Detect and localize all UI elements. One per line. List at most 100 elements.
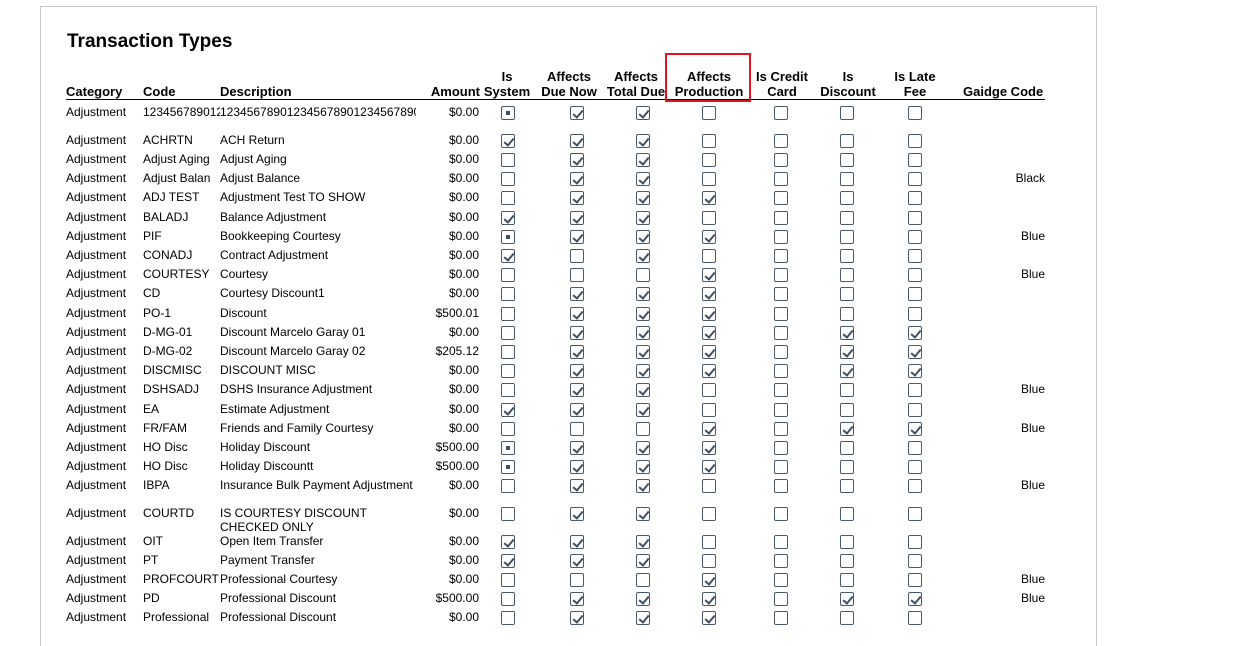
checkbox-is-late-fee[interactable] bbox=[908, 535, 922, 549]
checkbox-affects-total-due[interactable] bbox=[636, 153, 650, 167]
checkbox-affects-due-now[interactable] bbox=[570, 573, 584, 587]
checkbox-affects-production[interactable] bbox=[702, 383, 716, 397]
checkbox-is-system[interactable] bbox=[501, 383, 515, 397]
checkbox-is-discount[interactable] bbox=[840, 230, 854, 244]
checkbox-is-late-fee[interactable] bbox=[908, 573, 922, 587]
checkbox-is-late-fee[interactable] bbox=[908, 307, 922, 321]
checkbox-is-late-fee[interactable] bbox=[908, 441, 922, 455]
checkbox-affects-due-now[interactable] bbox=[570, 460, 584, 474]
checkbox-affects-total-due[interactable] bbox=[636, 172, 650, 186]
checkbox-affects-total-due[interactable] bbox=[636, 460, 650, 474]
checkbox-is-discount[interactable] bbox=[840, 249, 854, 263]
checkbox-affects-production[interactable] bbox=[702, 460, 716, 474]
checkbox-is-discount[interactable] bbox=[840, 307, 854, 321]
checkbox-is-late-fee[interactable] bbox=[908, 460, 922, 474]
checkbox-is-credit-card[interactable] bbox=[774, 364, 788, 378]
checkbox-is-system[interactable] bbox=[501, 592, 515, 606]
checkbox-is-discount[interactable] bbox=[840, 326, 854, 340]
checkbox-is-credit-card[interactable] bbox=[774, 287, 788, 301]
checkbox-is-credit-card[interactable] bbox=[774, 479, 788, 493]
checkbox-affects-total-due[interactable] bbox=[636, 230, 650, 244]
checkbox-affects-due-now[interactable] bbox=[570, 106, 584, 120]
checkbox-is-system[interactable] bbox=[501, 573, 515, 587]
checkbox-is-discount[interactable] bbox=[840, 573, 854, 587]
checkbox-affects-due-now[interactable] bbox=[570, 507, 584, 521]
checkbox-is-late-fee[interactable] bbox=[908, 507, 922, 521]
checkbox-is-system[interactable] bbox=[501, 268, 515, 282]
checkbox-affects-total-due[interactable] bbox=[636, 191, 650, 205]
checkbox-is-credit-card[interactable] bbox=[774, 249, 788, 263]
checkbox-is-system[interactable] bbox=[501, 403, 515, 417]
checkbox-is-system[interactable] bbox=[501, 554, 515, 568]
checkbox-affects-production[interactable] bbox=[702, 191, 716, 205]
checkbox-is-system[interactable] bbox=[501, 441, 515, 455]
checkbox-is-late-fee[interactable] bbox=[908, 211, 922, 225]
checkbox-affects-total-due[interactable] bbox=[636, 507, 650, 521]
checkbox-is-late-fee[interactable] bbox=[908, 479, 922, 493]
checkbox-is-system[interactable] bbox=[501, 230, 515, 244]
checkbox-is-credit-card[interactable] bbox=[774, 230, 788, 244]
checkbox-is-discount[interactable] bbox=[840, 191, 854, 205]
checkbox-affects-due-now[interactable] bbox=[570, 479, 584, 493]
checkbox-is-credit-card[interactable] bbox=[774, 554, 788, 568]
checkbox-affects-production[interactable] bbox=[702, 268, 716, 282]
checkbox-affects-due-now[interactable] bbox=[570, 287, 584, 301]
checkbox-is-credit-card[interactable] bbox=[774, 268, 788, 282]
checkbox-is-credit-card[interactable] bbox=[774, 441, 788, 455]
checkbox-is-late-fee[interactable] bbox=[908, 611, 922, 625]
checkbox-is-late-fee[interactable] bbox=[908, 403, 922, 417]
checkbox-is-discount[interactable] bbox=[840, 422, 854, 436]
checkbox-is-system[interactable] bbox=[501, 153, 515, 167]
checkbox-affects-due-now[interactable] bbox=[570, 307, 584, 321]
checkbox-affects-production[interactable] bbox=[702, 106, 716, 120]
checkbox-is-late-fee[interactable] bbox=[908, 422, 922, 436]
checkbox-is-discount[interactable] bbox=[840, 535, 854, 549]
checkbox-affects-total-due[interactable] bbox=[636, 441, 650, 455]
checkbox-affects-total-due[interactable] bbox=[636, 403, 650, 417]
checkbox-affects-production[interactable] bbox=[702, 611, 716, 625]
checkbox-affects-due-now[interactable] bbox=[570, 211, 584, 225]
checkbox-affects-due-now[interactable] bbox=[570, 134, 584, 148]
checkbox-affects-due-now[interactable] bbox=[570, 611, 584, 625]
checkbox-is-system[interactable] bbox=[501, 106, 515, 120]
checkbox-affects-production[interactable] bbox=[702, 326, 716, 340]
checkbox-is-discount[interactable] bbox=[840, 287, 854, 301]
checkbox-is-system[interactable] bbox=[501, 287, 515, 301]
checkbox-affects-total-due[interactable] bbox=[636, 535, 650, 549]
checkbox-is-discount[interactable] bbox=[840, 211, 854, 225]
checkbox-is-system[interactable] bbox=[501, 422, 515, 436]
checkbox-affects-total-due[interactable] bbox=[636, 106, 650, 120]
checkbox-affects-due-now[interactable] bbox=[570, 172, 584, 186]
checkbox-affects-due-now[interactable] bbox=[570, 345, 584, 359]
checkbox-is-discount[interactable] bbox=[840, 153, 854, 167]
checkbox-is-late-fee[interactable] bbox=[908, 153, 922, 167]
checkbox-affects-due-now[interactable] bbox=[570, 268, 584, 282]
checkbox-is-discount[interactable] bbox=[840, 268, 854, 282]
checkbox-affects-production[interactable] bbox=[702, 249, 716, 263]
checkbox-affects-production[interactable] bbox=[702, 153, 716, 167]
checkbox-is-credit-card[interactable] bbox=[774, 345, 788, 359]
checkbox-is-late-fee[interactable] bbox=[908, 592, 922, 606]
checkbox-is-system[interactable] bbox=[501, 535, 515, 549]
checkbox-affects-total-due[interactable] bbox=[636, 268, 650, 282]
checkbox-affects-total-due[interactable] bbox=[636, 249, 650, 263]
checkbox-affects-production[interactable] bbox=[702, 535, 716, 549]
checkbox-affects-production[interactable] bbox=[702, 403, 716, 417]
checkbox-is-credit-card[interactable] bbox=[774, 507, 788, 521]
checkbox-is-late-fee[interactable] bbox=[908, 554, 922, 568]
checkbox-affects-total-due[interactable] bbox=[636, 211, 650, 225]
checkbox-is-system[interactable] bbox=[501, 460, 515, 474]
checkbox-affects-due-now[interactable] bbox=[570, 535, 584, 549]
checkbox-affects-due-now[interactable] bbox=[570, 191, 584, 205]
checkbox-is-credit-card[interactable] bbox=[774, 191, 788, 205]
checkbox-is-discount[interactable] bbox=[840, 507, 854, 521]
checkbox-is-credit-card[interactable] bbox=[774, 326, 788, 340]
checkbox-affects-due-now[interactable] bbox=[570, 249, 584, 263]
checkbox-is-system[interactable] bbox=[501, 307, 515, 321]
checkbox-affects-total-due[interactable] bbox=[636, 422, 650, 436]
checkbox-is-discount[interactable] bbox=[840, 403, 854, 417]
checkbox-is-discount[interactable] bbox=[840, 134, 854, 148]
checkbox-affects-production[interactable] bbox=[702, 592, 716, 606]
checkbox-is-system[interactable] bbox=[501, 326, 515, 340]
checkbox-affects-total-due[interactable] bbox=[636, 554, 650, 568]
